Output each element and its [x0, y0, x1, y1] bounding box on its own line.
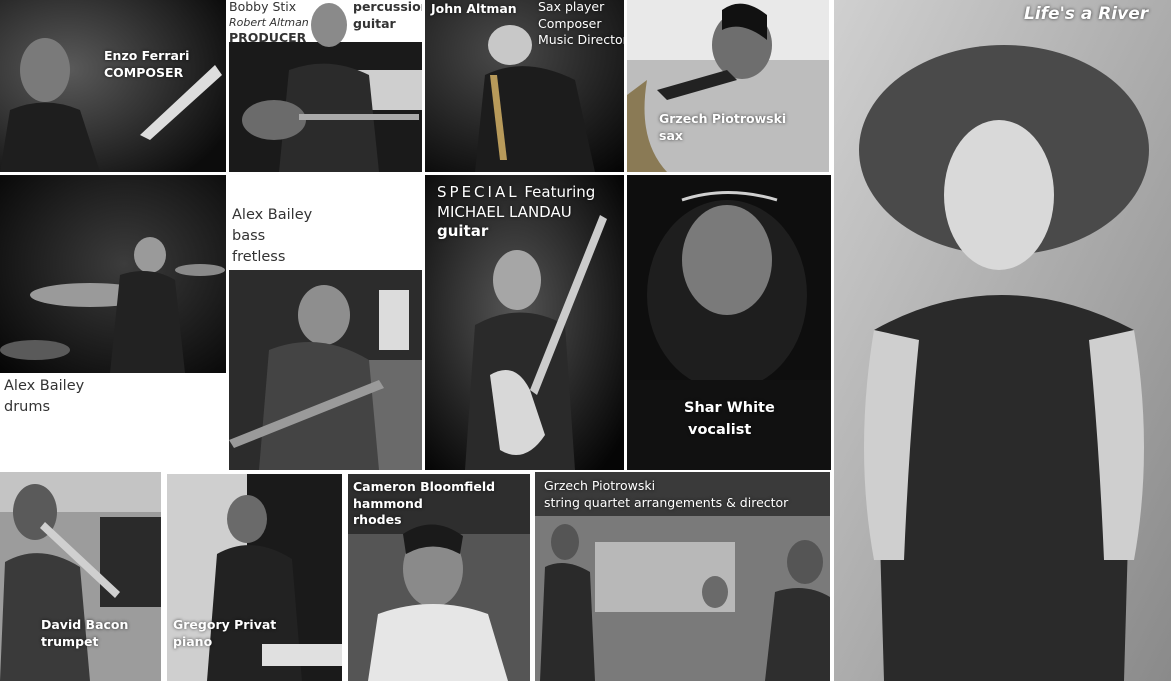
- bobby-instrument-guitar: guitar: [353, 15, 396, 31]
- photo-grzech-strings: Grzech Piotrowski string quartet arrange…: [535, 472, 830, 681]
- landau-name: MICHAEL LANDAU: [437, 202, 572, 221]
- grzech-sax-role: sax: [659, 127, 683, 143]
- david-name: David Bacon: [41, 617, 129, 632]
- alex-drums-role: drums: [4, 399, 51, 416]
- photo-gregory-privat: Gregory Privat piano: [167, 474, 342, 681]
- john-role-sax: Sax player: [538, 0, 605, 14]
- alex-bass-photo: [229, 270, 422, 470]
- landau-role: guitar: [437, 222, 489, 240]
- gregory-name: Gregory Privat: [173, 617, 277, 632]
- bobby-instrument-percussion: percussion: [353, 0, 422, 14]
- bobby-alias: Robert Altman: [229, 15, 309, 29]
- cameron-name: Cameron Bloomfield: [353, 479, 496, 494]
- bobby-name: Bobby Stix: [229, 0, 297, 14]
- grzech-strings-caption: Grzech Piotrowski string quartet arrange…: [544, 478, 788, 511]
- cameron-role-rhodes: rhodes: [353, 512, 402, 528]
- landau-caption: SPECIAL Featuring MICHAEL LANDAU guitar: [437, 183, 595, 242]
- grzech-strings-name: Grzech Piotrowski: [544, 478, 656, 493]
- photo-enzo-ferrari: Enzo Ferrari COMPOSER: [0, 0, 226, 172]
- shar-caption: Shar White vocalist: [684, 398, 775, 442]
- photo-cameron-bloomfield: Cameron Bloomfield hammond rhodes: [348, 474, 530, 681]
- john-name: John Altman: [431, 1, 517, 16]
- landau-special: SPECIAL: [437, 183, 520, 201]
- photo-david-bacon: David Bacon trumpet: [0, 472, 161, 681]
- cameron-role-hammond: hammond: [353, 495, 423, 511]
- photo-grzech-sax: Grzech Piotrowski sax: [627, 0, 829, 172]
- photo-shar-white: Shar White vocalist: [627, 175, 831, 470]
- photo-alex-bass: [229, 270, 422, 470]
- alex-drums-caption: Alex Bailey drums: [4, 376, 84, 418]
- photo-bobby-stix: Bobby Stix Robert Altman PRODUCER percus…: [229, 0, 422, 172]
- alex-bass-name: Alex Bailey: [232, 207, 313, 223]
- grzech-sax-photo: [627, 0, 829, 172]
- photo-alex-drums: [0, 175, 226, 373]
- bobby-caption: Bobby Stix Robert Altman PRODUCER: [229, 0, 309, 47]
- gregory-role: piano: [173, 633, 213, 649]
- john-role-director: Music Director: [538, 32, 624, 48]
- enzo-caption: Enzo Ferrari COMPOSER: [104, 48, 189, 81]
- poster-photo: [834, 0, 1171, 681]
- john-role-composer: Composer: [538, 15, 602, 31]
- enzo-name: Enzo Ferrari: [104, 48, 190, 63]
- shar-role: vocalist: [688, 421, 752, 438]
- john-roles: Sax player Composer Music Director: [538, 0, 624, 49]
- landau-featuring: Featuring: [524, 183, 596, 201]
- john-caption: John Altman: [431, 1, 517, 18]
- alex-bass-role-fretless: fretless: [232, 249, 286, 266]
- shar-name: Shar White: [684, 400, 775, 416]
- alex-bass-role-bass: bass: [232, 228, 266, 245]
- enzo-photo: [0, 0, 226, 172]
- grzech-sax-caption: Grzech Piotrowski sax: [659, 111, 786, 144]
- david-caption: David Bacon trumpet: [41, 617, 128, 650]
- cameron-caption: Cameron Bloomfield hammond rhodes: [353, 479, 495, 529]
- gregory-caption: Gregory Privat piano: [173, 617, 276, 650]
- alex-drums-photo: [0, 175, 226, 373]
- david-role: trumpet: [41, 633, 99, 649]
- grzech-sax-name: Grzech Piotrowski: [659, 111, 787, 126]
- poster-lifes-a-river: Life's a River: [834, 0, 1171, 681]
- alex-bass-caption: Alex Bailey bass fretless: [232, 205, 312, 268]
- poster-title: Life's a River: [1024, 4, 1149, 24]
- bobby-instruments: percussion guitar: [353, 0, 422, 32]
- bobby-role: PRODUCER: [229, 30, 307, 46]
- photo-john-altman: John Altman Sax player Composer Music Di…: [425, 0, 624, 172]
- grzech-strings-role: string quartet arrangements & director: [544, 494, 789, 510]
- photo-michael-landau: SPECIAL Featuring MICHAEL LANDAU guitar: [425, 175, 624, 470]
- alex-drums-name: Alex Bailey: [4, 378, 85, 394]
- enzo-role: COMPOSER: [104, 64, 184, 80]
